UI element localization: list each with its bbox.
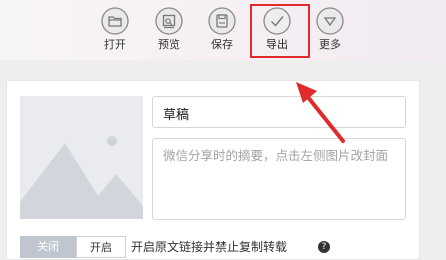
- open-button[interactable]: 打开: [92, 6, 138, 56]
- preview-button[interactable]: 预览: [146, 6, 192, 56]
- highlight-box: [250, 4, 310, 58]
- help-icon[interactable]: ?: [318, 241, 330, 253]
- digest-textarea[interactable]: 微信分享时的摘要，点击左侧图片改封面: [152, 138, 406, 220]
- cover-image[interactable]: [20, 96, 143, 219]
- save-button[interactable]: 保存: [199, 6, 245, 56]
- preview-label: 预览: [158, 38, 180, 51]
- toggle-on[interactable]: 开启: [76, 236, 126, 258]
- folder-icon: [101, 7, 129, 35]
- more-label: 更多: [319, 38, 341, 51]
- open-label: 打开: [104, 38, 126, 51]
- save-label: 保存: [211, 38, 233, 51]
- toggle-description: 开启原文链接并禁止复制转载: [131, 240, 288, 254]
- toolbar: 打开 预览 保存 导出 更多: [0, 0, 446, 60]
- image-placeholder-icon: [20, 96, 143, 219]
- save-icon: [208, 7, 236, 35]
- title-input[interactable]: 草稿: [152, 96, 406, 128]
- chevron-down-icon: [316, 7, 344, 35]
- more-button[interactable]: 更多: [307, 6, 353, 56]
- toggle-off[interactable]: 关闭: [20, 236, 76, 258]
- preview-icon: [155, 7, 183, 35]
